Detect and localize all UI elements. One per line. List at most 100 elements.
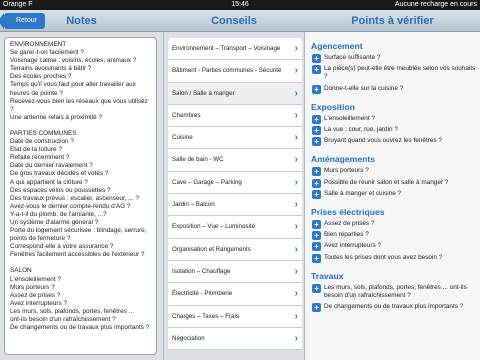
checklist-item-label: Salle à manger et cuisine ?: [324, 189, 402, 197]
checklist-item-label: La pièce(s) peut-elle être meublée selon…: [324, 65, 476, 81]
add-icon[interactable]: +: [312, 283, 321, 293]
checklist-item-label: Murs porteurs ?: [324, 167, 369, 175]
note-line: ENVIRONNEMENT: [10, 41, 67, 48]
back-button[interactable]: Retour: [0, 13, 46, 29]
note-line: Voisinage calme : voisins, écoles, anima…: [10, 57, 137, 65]
add-icon[interactable]: +: [312, 303, 321, 313]
checklist-item: + Possible de réunir salon et salle à man…: [305, 178, 480, 188]
points-title: Points à vérifier: [351, 15, 434, 27]
conseils-item[interactable]: Charges – Taxes – Frais ›: [168, 305, 302, 328]
conseils-item[interactable]: Isolation – Chauffage ›: [168, 260, 302, 284]
add-icon[interactable]: +: [312, 114, 321, 124]
note-line: Avez interrupteurs ?: [10, 299, 68, 307]
checklist-item: + Bien réparties ?: [305, 231, 480, 241]
checklist-item-label: Toutes les prises dont vous avez besoin …: [324, 253, 443, 261]
conseils-item[interactable]: Exposition – Vue – Luminosité ›: [168, 216, 302, 239]
conseils-item[interactable]: Cuisine ›: [168, 127, 302, 150]
note-line: De changements ou de travaux plus import…: [10, 324, 150, 332]
add-icon[interactable]: +: [312, 65, 321, 75]
conseils-item[interactable]: Salle de bain - WC ›: [168, 149, 302, 172]
note-line: Une antenne relais à proximité ?: [10, 113, 103, 121]
conseils-item[interactable]: Bâtiment - Parties communes - Sécurité ›: [168, 60, 302, 83]
note-line: ont-ils besoin d'un rafraîchissement ?: [10, 316, 116, 323]
checklist-item-label: Avez interrupteurs ?: [324, 242, 382, 250]
add-icon[interactable]: +: [312, 189, 321, 199]
notes-panel: ENVIRONNEMENT Se garer-t-on facilement ? V…: [0, 32, 163, 360]
add-icon[interactable]: +: [312, 231, 321, 241]
add-icon[interactable]: +: [312, 137, 321, 147]
add-icon[interactable]: +: [312, 220, 321, 230]
note-line: Un système d'alarme général ?: [10, 218, 99, 226]
checklist-item-label: Les murs, sols, plafonds, portes, fenêtr…: [324, 283, 467, 300]
note-line: points de fermeture ?: [10, 235, 71, 243]
checklist-item-label: De changements ou de travaux plus import…: [324, 303, 464, 311]
conseils-item[interactable]: Électricité - Plomberie ›: [168, 283, 302, 306]
notes-header: Notes Retour: [0, 10, 163, 32]
section-title: Agencement: [311, 41, 363, 51]
add-icon[interactable]: +: [312, 178, 321, 188]
note-line: Se garer-t-on facilement ?: [10, 49, 84, 57]
section-title: Prises électriques: [311, 207, 385, 218]
notes-textarea[interactable]: ENVIRONNEMENT Se garer-t-on facilement ? V…: [4, 37, 157, 355]
conseils-item-label: Chambres: [172, 111, 201, 119]
conseils-item-label: Jardin – Balcon: [172, 201, 215, 209]
points-header: Points à vérifier: [305, 10, 480, 32]
note-line: Refaite récemment ?: [10, 154, 70, 162]
conseils-item-label: Exposition – Vue – Luminosité: [172, 223, 256, 231]
checklist-item: + De changements ou de travaux plus impor…: [305, 303, 480, 313]
add-icon[interactable]: +: [312, 242, 321, 252]
note-spacer: [10, 122, 151, 130]
chevron-right-icon: ›: [294, 43, 298, 54]
checklist-item: + Salle à manger et cuisine ?: [305, 189, 480, 199]
conseils-item[interactable]: Organisation et Rangements ›: [168, 238, 302, 261]
conseils-item[interactable]: Négociation ›: [168, 327, 302, 351]
conseils-title: Conseils: [211, 15, 257, 27]
conseils-item[interactable]: Environnement – Transport – Voisinage ›: [168, 38, 302, 61]
note-line: De gros travaux décidés et votés ?: [10, 170, 109, 178]
conseils-item[interactable]: Cave – Garage – Parking ›: [168, 171, 302, 195]
chevron-right-icon: ›: [294, 199, 298, 211]
note-line: SALON: [10, 267, 32, 275]
note-line: Recevez-vous bien les réseaux que vous u…: [10, 97, 148, 105]
checklist-item: + Donne-t-elle sur la cuisine ?: [305, 84, 480, 94]
checklist-item-label: Possible de réunir salon et salle à mang…: [324, 178, 449, 186]
note-line: Fenêtres facilement accessibles de l'ext…: [10, 251, 145, 259]
note-line: Date du dernier ravalement ?: [10, 162, 93, 170]
note-line: Porte du logement sécurisée : blindage, …: [10, 227, 147, 235]
conseils-item-label: Environnement – Transport – Voisinage: [172, 45, 281, 52]
note-line: Temps qu'il vous faut pour aller travail…: [10, 81, 136, 89]
add-icon[interactable]: +: [312, 126, 321, 136]
note-line: Murs porteurs ?: [10, 283, 55, 291]
note-line: L'ensoleillement ?: [10, 275, 61, 283]
checklist-item-label: Surface suffisante ?: [324, 54, 381, 61]
conseils-item-label: Bâtiment - Parties communes - Sécurité: [172, 67, 282, 75]
conseils-item[interactable]: Chambres ›: [168, 104, 302, 128]
checklist-item: + La vue : cour, rue, jardin ?: [305, 126, 480, 136]
checklist-item: + Assez de prises ?: [305, 220, 480, 230]
note-spacer: [10, 259, 151, 267]
section-title: Exposition: [311, 101, 355, 112]
checklist-item-label: Assez de prises ?: [324, 220, 375, 228]
conseils-item[interactable]: Jardin – Balcon ›: [168, 194, 302, 217]
battery-status: Aucune recharge en cours: [394, 1, 477, 8]
add-icon[interactable]: +: [312, 54, 321, 63]
checklist-item-label: Bien réparties ?: [324, 231, 369, 239]
checklist-item-label: L'ensoleillement ?: [324, 114, 375, 122]
add-icon[interactable]: +: [312, 253, 321, 263]
add-icon[interactable]: +: [312, 84, 321, 94]
conseils-item[interactable]: Salon / Salle à manger ›: [168, 82, 302, 105]
conseils-item-label: Négociation: [172, 334, 205, 342]
checklist-item: + Les murs, sols, plafonds, portes, fenêt…: [305, 283, 480, 300]
note-line: ?: [10, 105, 14, 113]
checklist-item: + Surface suffisante ?: [305, 54, 480, 63]
chevron-right-icon: ›: [294, 65, 298, 77]
chevron-right-icon: ›: [294, 176, 298, 188]
conseils-panel: Environnement – Transport – Voisinage › Bâ…: [163, 32, 305, 360]
note-line: État de la toiture ?: [10, 146, 62, 154]
add-icon[interactable]: +: [312, 167, 321, 177]
note-line: À qui appartient la clôture ?: [10, 178, 88, 186]
conseils-header: Conseils: [163, 10, 305, 32]
conseils-item-label: Organisation et Rangements: [172, 245, 251, 253]
chevron-right-icon: ›: [294, 87, 298, 99]
chevron-right-icon: ›: [294, 132, 298, 144]
